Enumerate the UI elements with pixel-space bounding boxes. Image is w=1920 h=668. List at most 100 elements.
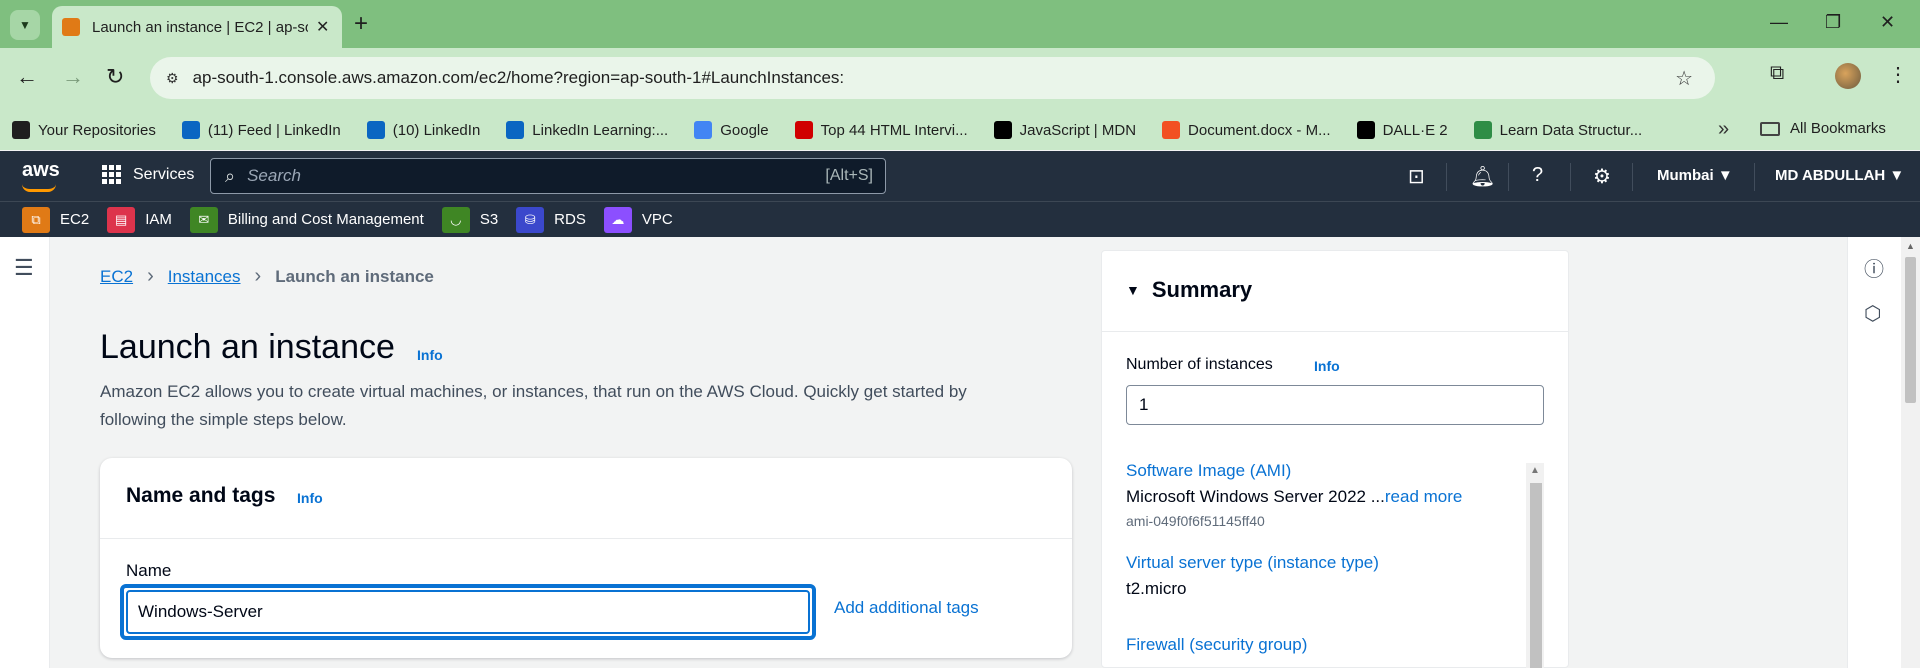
add-additional-tags-link[interactable]: Add additional tags: [834, 598, 979, 618]
github-icon: [12, 121, 30, 139]
url-text[interactable]: ap-south-1.console.aws.amazon.com/ec2/ho…: [193, 68, 845, 88]
scroll-up-icon[interactable]: ▲: [1906, 241, 1915, 251]
close-tab-icon[interactable]: ✕: [316, 17, 329, 37]
reload-button[interactable]: ↻: [106, 64, 124, 90]
num-instances-info-link[interactable]: Info: [1314, 358, 1340, 374]
extensions-icon[interactable]: ⧉: [1770, 62, 1784, 85]
bookmark-item[interactable]: LinkedIn Learning:...: [506, 121, 668, 139]
all-bookmarks-button[interactable]: All Bookmarks: [1760, 120, 1886, 137]
ec2-favicon: [62, 18, 80, 36]
search-input[interactable]: ⌕ Search [Alt+S]: [210, 158, 886, 194]
instance-type-link[interactable]: Virtual server type (instance type): [1126, 553, 1522, 573]
left-navigation-rail: ☰: [0, 237, 50, 668]
breadcrumb-current: Launch an instance: [275, 266, 434, 286]
scroll-up-icon[interactable]: ▲: [1530, 465, 1540, 476]
ami-link[interactable]: Software Image (AMI): [1126, 461, 1522, 481]
notifications-icon[interactable]: 🔔︎: [1470, 164, 1495, 189]
rds-icon: ⛁: [516, 206, 545, 233]
name-field-label: Name: [126, 561, 172, 580]
tab-title: Launch an instance | EC2 | ap-so: [92, 18, 308, 36]
linkedin-icon: [181, 121, 200, 139]
info-panel-icon[interactable]: ⓘ: [1864, 253, 1884, 282]
name-input-focus-ring: Windows-Server: [120, 584, 816, 640]
bookmark-item[interactable]: (10) LinkedIn: [366, 121, 480, 139]
divider: [1508, 163, 1509, 191]
google-icon: [694, 121, 713, 139]
account-menu[interactable]: MD ABDULLAH ▼: [1775, 167, 1904, 184]
name-input[interactable]: Windows-Server: [126, 590, 810, 634]
forward-button[interactable]: →: [62, 64, 84, 90]
page-scrollbar[interactable]: ▲: [1901, 237, 1920, 668]
favorite-ec2[interactable]: ⧉ EC2: [22, 206, 89, 233]
bookmark-item[interactable]: (11) Feed | LinkedIn: [181, 121, 341, 139]
bookmark-item[interactable]: DALL·E 2: [1356, 121, 1448, 139]
num-instances-input[interactable]: 1: [1126, 385, 1544, 425]
divider: [100, 538, 1072, 539]
bookmark-item[interactable]: Google: [694, 121, 769, 139]
favorite-iam[interactable]: ▤ IAM: [107, 206, 172, 233]
linkedin-icon: [366, 121, 385, 139]
address-bar[interactable]: ⚙ ap-south-1.console.aws.amazon.com/ec2/…: [150, 57, 1715, 99]
bookmark-item[interactable]: Document.docx - M...: [1162, 121, 1331, 139]
s3-icon: ◡: [441, 206, 470, 233]
services-menu[interactable]: Services: [102, 165, 194, 184]
aws-logo-smile: [22, 184, 56, 192]
read-more-link[interactable]: read more: [1385, 487, 1462, 506]
aws-favorites-bar: ⧉ EC2 ▤ IAM ✉ Billing and Cost Management ◡…: [0, 201, 1920, 237]
bookmark-item[interactable]: JavaScript | MDN: [993, 121, 1136, 139]
browser-menu-icon[interactable]: ⋮: [1888, 62, 1908, 87]
ami-value: Microsoft Windows Server 2022 ...read mo…: [1126, 487, 1463, 506]
num-instances-label: Number of instances: [1126, 356, 1273, 373]
browser-tab[interactable]: Launch an instance | EC2 | ap-so ✕: [52, 6, 342, 48]
bookmark-item[interactable]: Your Repositories: [12, 121, 156, 139]
firewall-link[interactable]: Firewall (security group): [1126, 635, 1522, 655]
openai-icon: [1356, 121, 1375, 139]
name-tags-info-link[interactable]: Info: [297, 490, 323, 506]
chevron-right-icon: ›: [254, 265, 262, 287]
close-window-button[interactable]: ✕: [1880, 12, 1895, 33]
title-info-link[interactable]: Info: [417, 347, 443, 363]
instance-type-value: t2.micro: [1126, 579, 1187, 598]
scrollbar-thumb[interactable]: [1530, 483, 1542, 668]
microsoft-icon: [1162, 121, 1181, 139]
tutorial-icon[interactable]: ⬡: [1864, 301, 1881, 326]
settings-icon[interactable]: ⚙: [1593, 164, 1611, 189]
summary-scrollbar[interactable]: ▲: [1526, 463, 1544, 668]
linkedin-learning-icon: [506, 121, 525, 139]
divider: [1102, 331, 1568, 332]
browser-tab-bar: ▼ Launch an instance | EC2 | ap-so ✕ + —…: [0, 0, 1920, 48]
restore-button[interactable]: ❐: [1825, 12, 1841, 33]
more-bookmarks-icon[interactable]: »: [1718, 118, 1729, 141]
back-button[interactable]: ←: [16, 64, 38, 90]
minimize-button[interactable]: —: [1770, 12, 1788, 33]
menu-icon[interactable]: ☰: [14, 255, 34, 281]
gfg-icon: [1473, 121, 1492, 139]
search-shortcut: [Alt+S]: [825, 167, 873, 184]
favorite-billing[interactable]: ✉ Billing and Cost Management: [189, 206, 424, 233]
scrollbar-thumb[interactable]: [1905, 257, 1916, 403]
profile-avatar[interactable]: [1835, 63, 1861, 89]
aws-logo[interactable]: aws: [22, 159, 60, 182]
favorite-rds[interactable]: ⛁ RDS: [516, 206, 586, 233]
new-tab-button[interactable]: +: [354, 10, 368, 38]
bookmark-item[interactable]: Learn Data Structur...: [1473, 121, 1642, 139]
breadcrumb-ec2[interactable]: EC2: [100, 267, 133, 287]
summary-heading[interactable]: ▼ Summary: [1126, 277, 1252, 303]
breadcrumb-instances[interactable]: Instances: [168, 267, 241, 287]
favorite-vpc[interactable]: ☁ VPC: [603, 206, 673, 233]
tab-search-button[interactable]: ▼: [10, 10, 40, 40]
ec2-icon: ⧉: [22, 206, 50, 233]
site-info-icon[interactable]: ⚙: [166, 70, 179, 87]
bookmark-star-icon[interactable]: ☆: [1675, 66, 1693, 91]
cloudshell-icon[interactable]: ⊡: [1408, 164, 1425, 189]
region-selector[interactable]: Mumbai ▼: [1657, 167, 1733, 184]
bookmarks-bar: Your Repositories (11) Feed | LinkedIn (…: [0, 110, 1920, 150]
mdn-icon: [993, 121, 1012, 139]
divider: [1754, 163, 1755, 191]
search-placeholder: Search: [247, 166, 301, 185]
favorite-s3[interactable]: ◡ S3: [441, 206, 498, 233]
bookmark-item[interactable]: Top 44 HTML Intervi...: [794, 121, 968, 139]
right-tools-rail: ⓘ ⬡: [1847, 237, 1901, 668]
chevron-right-icon: ›: [147, 265, 154, 287]
help-icon[interactable]: ?: [1532, 164, 1543, 187]
